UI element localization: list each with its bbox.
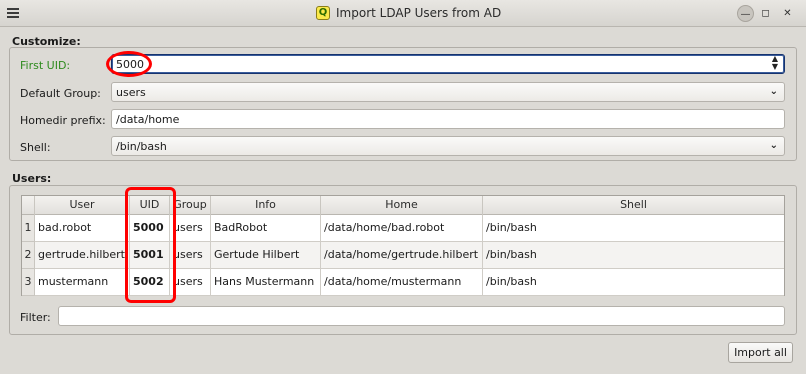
shell-value: /bin/bash <box>116 140 167 153</box>
column-header-home[interactable]: Home <box>321 196 483 215</box>
users-heading: Users: <box>12 172 52 185</box>
column-header-user[interactable]: User <box>35 196 130 215</box>
chevron-down-icon: ⌄ <box>769 86 778 97</box>
filter-label: Filter: <box>20 311 51 324</box>
cell-home[interactable]: /data/home/mustermann <box>321 269 483 296</box>
minimize-icon[interactable]: — <box>737 5 754 22</box>
close-icon[interactable]: ✕ <box>779 5 796 22</box>
column-header-shell[interactable]: Shell <box>483 196 784 215</box>
chevron-down-icon: ⌄ <box>769 140 778 151</box>
row-number: 3 <box>22 269 35 296</box>
import-all-button[interactable]: Import all <box>728 342 793 363</box>
highlight-uid-column <box>125 187 176 303</box>
cell-user[interactable]: bad.robot <box>35 215 130 242</box>
cell-group[interactable]: users <box>170 269 211 296</box>
highlight-first-uid <box>106 51 152 77</box>
homedir-prefix-label: Homedir prefix: <box>20 114 106 127</box>
app-logo-icon: Q <box>316 6 330 20</box>
cell-info[interactable]: BadRobot <box>211 215 321 242</box>
title-bar: Q Import LDAP Users from AD — ◻ ✕ <box>0 0 806 27</box>
spin-arrows-icon[interactable]: ▲ ▼ <box>772 55 778 71</box>
cell-info[interactable]: Gertude Hilbert <box>211 242 321 269</box>
cell-home[interactable]: /data/home/bad.robot <box>321 215 483 242</box>
window-menu-icon[interactable] <box>6 6 20 20</box>
column-header-info[interactable]: Info <box>211 196 321 215</box>
default-group-value: users <box>116 86 146 99</box>
cell-shell[interactable]: /bin/bash <box>483 215 784 242</box>
first-uid-spinbox[interactable]: 5000 ▲ ▼ <box>111 54 785 74</box>
maximize-icon[interactable]: ◻ <box>757 5 774 22</box>
first-uid-label: First UID: <box>20 59 71 72</box>
cell-group[interactable]: users <box>170 215 211 242</box>
cell-home[interactable]: /data/home/gertrude.hilbert <box>321 242 483 269</box>
column-header-group[interactable]: Group <box>170 196 211 215</box>
default-group-label: Default Group: <box>20 87 101 100</box>
window-title: Import LDAP Users from AD <box>336 6 502 20</box>
default-group-select[interactable]: users ⌄ <box>111 82 785 102</box>
row-number: 1 <box>22 215 35 242</box>
homedir-prefix-input[interactable]: /data/home <box>111 109 785 129</box>
row-number: 2 <box>22 242 35 269</box>
cell-shell[interactable]: /bin/bash <box>483 242 784 269</box>
shell-label: Shell: <box>20 141 51 154</box>
cell-shell[interactable]: /bin/bash <box>483 269 784 296</box>
cell-user[interactable]: gertrude.hilbert <box>35 242 130 269</box>
filter-input[interactable] <box>58 306 785 326</box>
homedir-prefix-value: /data/home <box>116 113 180 126</box>
cell-group[interactable]: users <box>170 242 211 269</box>
shell-select[interactable]: /bin/bash ⌄ <box>111 136 785 156</box>
cell-info[interactable]: Hans Mustermann <box>211 269 321 296</box>
header-corner <box>22 196 35 215</box>
cell-user[interactable]: mustermann <box>35 269 130 296</box>
